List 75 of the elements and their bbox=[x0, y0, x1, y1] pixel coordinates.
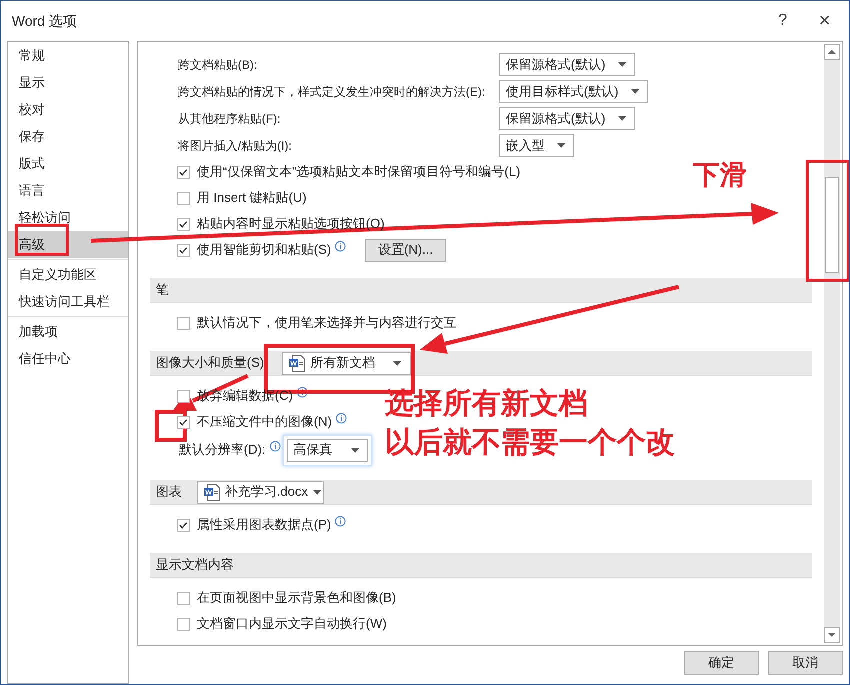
checkbox[interactable] bbox=[177, 618, 190, 630]
check-icon bbox=[179, 246, 188, 254]
scrollbar[interactable] bbox=[824, 44, 840, 643]
up-arrow-icon bbox=[828, 50, 836, 54]
sidebar-item[interactable]: 显示 bbox=[8, 69, 128, 96]
scroll-thumb[interactable] bbox=[825, 177, 839, 273]
checkbox[interactable] bbox=[177, 218, 190, 230]
caret-icon bbox=[630, 89, 640, 94]
option-label: 将图片插入/粘贴为(I): bbox=[178, 138, 293, 154]
check-icon bbox=[179, 220, 188, 228]
sidebar-item[interactable]: 信任中心 bbox=[8, 345, 128, 372]
option-label: 默认分辨率(D): bbox=[179, 441, 266, 460]
help-button[interactable]: ? bbox=[770, 9, 796, 33]
settings-button[interactable]: 设置(N)... bbox=[365, 238, 446, 262]
sidebar-item[interactable]: 轻松访问 bbox=[8, 204, 128, 231]
option-label: 从其他程序粘贴(F): bbox=[178, 110, 282, 128]
checkbox-label: 使用智能剪切和粘贴(S) bbox=[197, 241, 332, 260]
scroll-down-button[interactable] bbox=[824, 627, 840, 643]
checkbox[interactable] bbox=[177, 166, 190, 178]
dropdown[interactable]: 保留源格式(默认) bbox=[499, 53, 635, 76]
checkbox[interactable] bbox=[177, 390, 190, 402]
checkbox-label: 用 Insert 键粘贴(U) bbox=[197, 189, 307, 208]
check-icon bbox=[179, 418, 188, 426]
sidebar-item[interactable]: 版式 bbox=[8, 150, 128, 177]
sidebar-item[interactable]: 加载项 bbox=[8, 318, 128, 345]
window-title: Word 选项 bbox=[12, 12, 78, 30]
caret-icon bbox=[618, 62, 627, 67]
sidebar-item[interactable]: 自定义功能区 bbox=[8, 261, 128, 288]
section-title: 显示文档内容 bbox=[156, 556, 234, 574]
dropdown[interactable]: 嵌入型 bbox=[499, 134, 574, 157]
sidebar-item[interactable]: 保存 bbox=[8, 123, 128, 150]
checkbox-label: 不压缩文件中的图像(N) bbox=[197, 413, 332, 432]
checkbox[interactable] bbox=[177, 416, 190, 428]
checkbox[interactable] bbox=[177, 592, 190, 604]
section-title: 笔 bbox=[156, 281, 169, 300]
checkbox-label: 使用“仅保留文本”选项粘贴文本时保留项目符号和编号(L) bbox=[197, 163, 521, 182]
checkbox[interactable] bbox=[177, 316, 190, 330]
dialog-button[interactable]: 确定 bbox=[684, 651, 759, 675]
dropdown[interactable]: 高保真 bbox=[286, 438, 368, 462]
sidebar-item[interactable]: 校对 bbox=[8, 96, 128, 123]
caret-icon bbox=[393, 360, 402, 366]
document-dropdown[interactable]: 所有新文档 bbox=[282, 352, 412, 374]
checkbox-label: 在页面视图中显示背景色和图像(B) bbox=[197, 589, 396, 608]
checkbox[interactable] bbox=[177, 244, 190, 256]
checkbox[interactable] bbox=[177, 518, 190, 532]
checkbox[interactable] bbox=[177, 192, 190, 204]
annotation-text: 下滑 bbox=[693, 159, 747, 192]
check-icon bbox=[179, 168, 188, 176]
highlight-frame bbox=[15, 224, 69, 256]
option-label: 跨文档粘贴(B): bbox=[178, 56, 258, 74]
document-icon bbox=[289, 354, 306, 372]
sidebar-item[interactable]: 快速访问工具栏 bbox=[8, 288, 128, 315]
dropdown[interactable]: 保留源格式(默认) bbox=[499, 107, 635, 130]
option-label: 跨文档粘贴的情况下，样式定义发生冲突时的解决方法(E): bbox=[178, 84, 486, 100]
document-dropdown[interactable]: 补充学习.docx bbox=[197, 480, 324, 504]
document-icon bbox=[204, 484, 220, 500]
down-arrow-icon bbox=[828, 633, 836, 637]
checkbox-label: 默认情况下，使用笔来选择并与内容进行交互 bbox=[197, 314, 457, 332]
caret-icon bbox=[313, 490, 322, 494]
dropdown[interactable]: 使用目标样式(默认) bbox=[499, 80, 648, 103]
section-title: 图表 bbox=[156, 483, 182, 502]
sidebar-item[interactable]: 常规 bbox=[8, 42, 128, 69]
caret-icon bbox=[618, 116, 627, 121]
caret-icon bbox=[350, 448, 360, 452]
close-button[interactable]: × bbox=[812, 11, 838, 31]
scroll-up-button[interactable] bbox=[824, 44, 840, 60]
caret-icon bbox=[557, 143, 566, 148]
checkbox-label: 文档窗口内显示文字自动换行(W) bbox=[197, 615, 387, 634]
dialog-button[interactable]: 取消 bbox=[768, 651, 843, 675]
check-icon bbox=[179, 522, 188, 528]
checkbox-label: 粘贴内容时显示粘贴选项按钮(O) bbox=[197, 215, 385, 234]
annotation-text: 以后就不需要一个个改 bbox=[385, 426, 675, 461]
sidebar-item[interactable]: 语言 bbox=[8, 177, 128, 204]
checkbox-label: 属性采用图表数据点(P) bbox=[197, 516, 332, 534]
section-title: 图像大小和质量(S) bbox=[156, 354, 264, 372]
